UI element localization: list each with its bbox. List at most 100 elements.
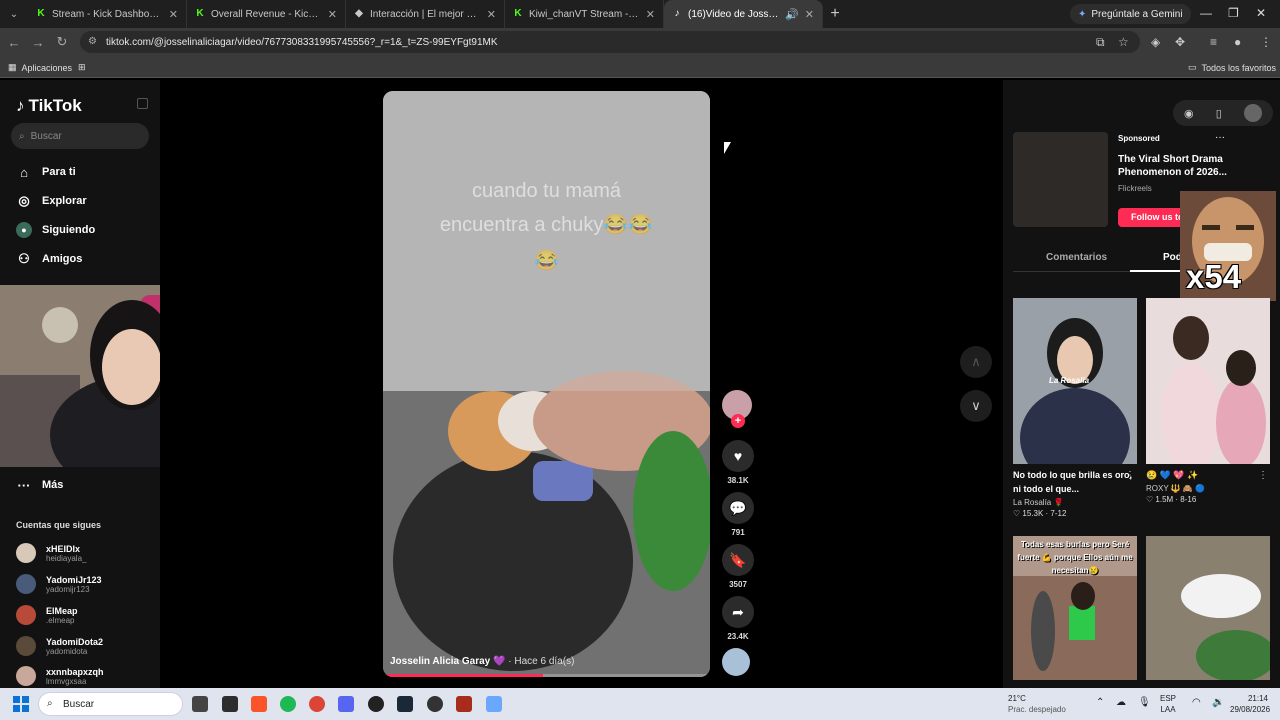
followed-account[interactable]: YadomiDota2 yadomidota: [16, 636, 103, 656]
maximize-button[interactable]: ❐: [1228, 6, 1239, 20]
app-icon[interactable]: [222, 696, 238, 712]
app-icon[interactable]: [486, 696, 502, 712]
browser-tab[interactable]: K Stream - Kick Dashboard ✕: [28, 0, 187, 28]
media-icon[interactable]: ≡: [1210, 35, 1217, 49]
video-author[interactable]: La Rosalía 🌹: [1013, 498, 1137, 507]
follow-plus-icon[interactable]: +: [731, 414, 745, 428]
ad-title[interactable]: The Viral Short Drama Phenomenon of 2026…: [1118, 153, 1238, 179]
chevron-up-icon[interactable]: ⌃: [1096, 697, 1104, 708]
window-close-button[interactable]: ✕: [1256, 6, 1266, 20]
brave-icon[interactable]: [251, 696, 267, 712]
more-options-icon[interactable]: ⋮: [1125, 470, 1135, 481]
nav-following[interactable]: ● Siguiendo: [16, 222, 95, 238]
followed-account[interactable]: YadomiJr123 yadomijr123: [16, 574, 102, 594]
video-thumbnail[interactable]: Todas esas burlas pero Seré fuerte 💪 por…: [1013, 536, 1137, 680]
microphone-icon[interactable]: 🎙: [1138, 697, 1151, 708]
close-icon[interactable]: ✕: [169, 8, 178, 21]
task-view-icon[interactable]: [192, 696, 208, 712]
obs-icon[interactable]: [427, 696, 443, 712]
ad-follow-button[interactable]: Follow us to: [1118, 208, 1188, 227]
gemini-button[interactable]: ✦ Pregúntale a Gemini: [1070, 4, 1191, 24]
clock[interactable]: 21:14 29/08/2026: [1230, 693, 1270, 715]
more-options-icon[interactable]: ⋮: [1258, 470, 1268, 481]
nav-more[interactable]: ··· Más: [16, 477, 64, 493]
profile-avatar[interactable]: [1243, 104, 1262, 122]
ad-thumbnail[interactable]: [1013, 132, 1108, 227]
nav-for-you[interactable]: ⌂ Para ti: [16, 164, 76, 180]
bookmark-star-icon[interactable]: ☆: [1118, 35, 1129, 49]
browser-tab-active[interactable]: ♪ (16)Video de Josselin Alicia 🔊 ✕: [664, 0, 823, 28]
share-icon[interactable]: ➦: [722, 596, 754, 628]
apps-bookmark[interactable]: ▦ Aplicaciones: [8, 62, 72, 73]
compass-icon[interactable]: ◉: [1184, 107, 1194, 120]
close-icon[interactable]: ✕: [487, 8, 496, 21]
browser-tab[interactable]: K Overall Revenue - Kick Dashboard ✕: [187, 0, 346, 28]
back-button[interactable]: ←: [2, 35, 26, 50]
windows-start-icon[interactable]: [13, 696, 29, 712]
video-thumbnail[interactable]: [1146, 536, 1276, 682]
next-video-button[interactable]: ∨: [960, 390, 992, 422]
video-thumbnail[interactable]: La Rosalía: [1013, 298, 1137, 488]
bookmark-icon[interactable]: 🔖: [722, 544, 754, 576]
like-action[interactable]: ♥ 38.1K: [720, 440, 756, 485]
device-icon[interactable]: ▯: [1216, 107, 1222, 120]
discord-icon[interactable]: [338, 696, 354, 712]
suggested-video-card[interactable]: Todas esas burlas pero Seré fuerte 💪 por…: [1013, 536, 1137, 680]
followed-account[interactable]: xxnnbapxzqh lmmvgxsaa: [16, 666, 104, 686]
suggested-video-card[interactable]: [1146, 536, 1276, 682]
speaker-icon[interactable]: 🔊: [785, 8, 799, 21]
comment-icon[interactable]: 💬: [722, 492, 754, 524]
minimize-button[interactable]: —: [1200, 6, 1212, 20]
nav-explore[interactable]: ◎ Explorar: [16, 193, 86, 209]
close-icon[interactable]: ✕: [646, 8, 655, 21]
search-input[interactable]: ⌕ Buscar: [11, 123, 149, 149]
new-tab-button[interactable]: +: [823, 5, 847, 23]
heart-icon[interactable]: ♥: [722, 440, 754, 472]
close-icon[interactable]: ✕: [328, 8, 337, 21]
extension-icon[interactable]: ◈: [1151, 35, 1160, 49]
suggested-video-card[interactable]: 😢 💙 💖 ✨ ROXY 🔱 🙈 🔵 ♡ 1.5M · 8-16 ⋮: [1146, 298, 1270, 504]
language-indicator[interactable]: ESP LAA: [1160, 693, 1176, 715]
forward-button[interactable]: →: [26, 35, 50, 50]
dota-icon[interactable]: [456, 696, 472, 712]
video-thumbnail[interactable]: [1146, 298, 1270, 473]
nav-friends[interactable]: ⚇ Amigos: [16, 251, 82, 267]
tab-groups-icon[interactable]: ⊞: [78, 62, 86, 73]
video-author[interactable]: ROXY 🔱 🙈 🔵: [1146, 484, 1270, 493]
tiktok-logo[interactable]: ♪ TikTok: [16, 96, 82, 116]
share-action[interactable]: ➦ 23.4K: [720, 596, 756, 641]
video-player[interactable]: cuando tu mamá encuentra a chuky😂😂 😂 Jos…: [383, 91, 710, 677]
music-disc-icon[interactable]: [722, 648, 750, 676]
tab-search-icon[interactable]: ⌄: [0, 0, 28, 28]
reload-button[interactable]: ↻: [50, 34, 74, 50]
puzzle-icon[interactable]: ✥: [1175, 35, 1185, 49]
spotify-icon[interactable]: [280, 696, 296, 712]
volume-icon[interactable]: 🔉: [1212, 697, 1224, 708]
all-bookmarks[interactable]: ▭ Todos los favoritos: [1188, 62, 1276, 73]
install-icon[interactable]: ⧉: [1096, 35, 1105, 50]
tab-comments[interactable]: Comentarios: [1046, 252, 1107, 263]
browser-tab[interactable]: K Kiwi_chanVT Stream - Watch Live ✕: [505, 0, 664, 28]
url-input[interactable]: tiktok.com/@josselinaliciagar/video/7677…: [80, 31, 1140, 53]
comment-action[interactable]: 💬 791: [720, 492, 756, 537]
wifi-icon[interactable]: ◠: [1192, 697, 1201, 708]
collapse-sidebar-icon[interactable]: [137, 98, 148, 109]
followed-account[interactable]: ElMeap .elmeap: [16, 605, 78, 625]
video-progress-bar[interactable]: [383, 674, 710, 677]
suggested-video-card[interactable]: La Rosalía No todo lo que brilla es oro,…: [1013, 298, 1137, 518]
close-icon[interactable]: ✕: [805, 8, 814, 21]
followed-account[interactable]: xHEIDIx heidiayala_: [16, 543, 86, 563]
menu-icon[interactable]: ⋮: [1260, 35, 1272, 49]
site-info-icon[interactable]: ⚙: [88, 36, 97, 47]
taskbar-search-input[interactable]: Buscar: [38, 692, 183, 716]
browser-tab[interactable]: ◆ Interacción | El mejor software ✕: [346, 0, 505, 28]
weather-widget[interactable]: 21°C Prac. despejado: [1008, 693, 1066, 715]
chrome-icon[interactable]: [309, 696, 325, 712]
profile-avatar-icon[interactable]: ●: [1234, 35, 1241, 49]
steam-icon[interactable]: [397, 696, 413, 712]
save-action[interactable]: 🔖 3507: [720, 544, 756, 589]
previous-video-button[interactable]: ∧: [960, 346, 992, 378]
app-icon[interactable]: [368, 696, 384, 712]
more-options-icon[interactable]: ···: [1215, 132, 1225, 143]
cloud-icon[interactable]: ☁: [1116, 697, 1126, 708]
